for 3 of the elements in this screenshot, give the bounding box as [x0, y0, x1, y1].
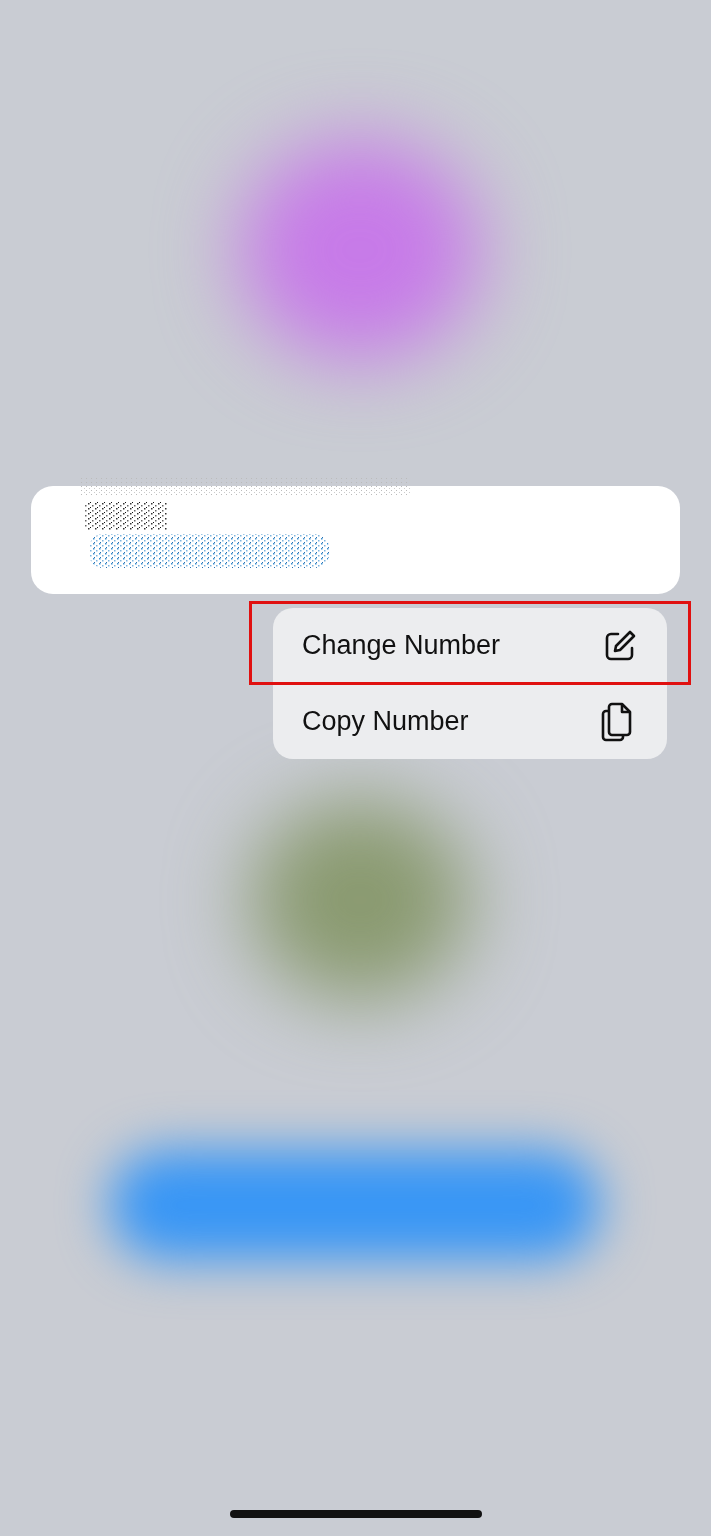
menu-item[interactable]: Change Number	[273, 608, 667, 683]
menu-item[interactable]: Copy Number	[273, 684, 667, 759]
edit-icon	[603, 628, 637, 663]
